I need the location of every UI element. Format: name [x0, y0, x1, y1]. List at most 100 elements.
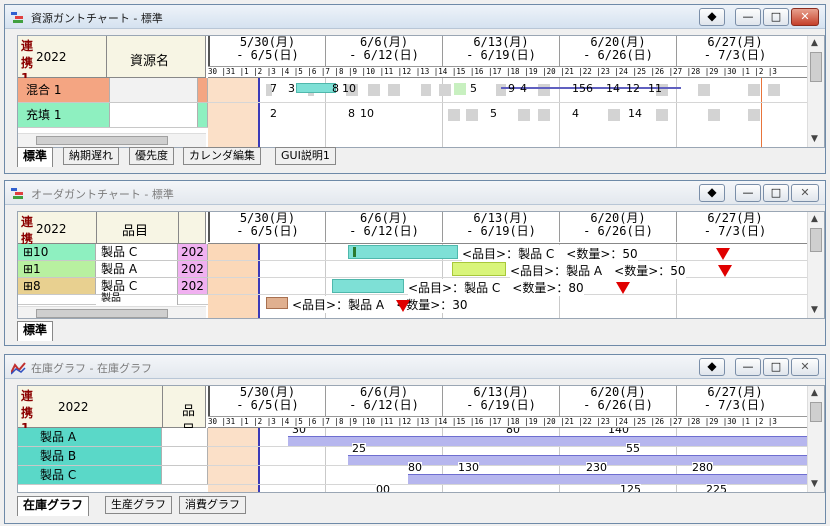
- minimize-button[interactable]: —: [735, 8, 761, 26]
- scroll-thumb[interactable]: [810, 228, 822, 252]
- week-range: - 6/19(日): [466, 398, 536, 412]
- tab-inventory[interactable]: 在庫グラフ: [17, 496, 90, 516]
- inventory-item: 製品 B: [18, 447, 162, 465]
- inventory-chart-area[interactable]: 30 80 140 25 55 80 130 230 280 00 125 22…: [208, 428, 808, 492]
- order-row[interactable]: ⊞10 製品 C 202: [18, 244, 208, 261]
- week-range: - 6/19(日): [466, 48, 536, 62]
- year-label: 2022: [58, 400, 89, 414]
- scroll-down-icon[interactable]: ▼: [811, 305, 818, 315]
- order-id: ⊞10: [18, 244, 96, 260]
- week-range: - 6/12(日): [349, 224, 419, 238]
- order-year: 202: [178, 261, 208, 277]
- due-date-icon: [716, 248, 730, 260]
- graph-app-icon: [10, 360, 26, 375]
- minimize-button[interactable]: —: [735, 184, 761, 202]
- close-button[interactable]: ✕: [791, 184, 819, 202]
- date-header: 5/30(月) - 6/5(日) 6/6(月) - 6/12(日) 6/13(月) -…: [208, 212, 808, 244]
- gantt-grid: 連携1 2022 資源名 5/30(月)- 6/5(日) 6/6(月)- 6/1…: [17, 35, 825, 148]
- title-bar[interactable]: 在庫グラフ - 在庫グラフ ◆ — □ ✕: [5, 355, 825, 379]
- inventory-grid: 連携1 2022 品目 5/30(月)- 6/5(日) 6/6(月)- 6/12…: [17, 385, 825, 493]
- inventory-row[interactable]: 製品 C: [18, 466, 208, 485]
- scroll-down-icon[interactable]: ▼: [811, 479, 818, 489]
- inventory-row[interactable]: 製品 B: [18, 447, 208, 466]
- order-item: 製品 A: [96, 261, 178, 277]
- stock-value: 80: [506, 428, 520, 436]
- close-button[interactable]: ✕: [791, 358, 819, 376]
- order-id: ⊞8: [18, 278, 96, 294]
- maximize-button[interactable]: □: [763, 184, 789, 202]
- due-date-icon: [718, 265, 732, 277]
- close-button[interactable]: ✕: [791, 8, 819, 26]
- inventory-extra: [162, 428, 208, 446]
- week-range: - 6/5(日): [236, 398, 299, 412]
- tab-priority[interactable]: 優先度: [129, 147, 174, 165]
- stock-value: 280: [692, 461, 713, 474]
- week-range: - 6/5(日): [236, 224, 299, 238]
- horizontal-scrollbar[interactable]: [18, 133, 206, 147]
- job-label: 6: [586, 82, 593, 95]
- order-row[interactable]: 製品: [18, 294, 208, 305]
- scroll-thumb[interactable]: [810, 402, 822, 422]
- order-row[interactable]: ⊞1 製品 A 202: [18, 261, 208, 278]
- diamond-icon[interactable]: ◆: [699, 184, 725, 202]
- column-header-resource: 資源名: [130, 54, 170, 69]
- order-chart-area[interactable]: <品目>：製品 C <数量>：50 <品目>：製品 A <数量>：50 <品目>…: [208, 244, 808, 318]
- maximize-button[interactable]: □: [763, 358, 789, 376]
- stock-value: 80: [408, 461, 422, 474]
- window-title: 資源ガントチャート - 標準: [31, 12, 163, 25]
- diamond-icon[interactable]: ◆: [699, 358, 725, 376]
- scroll-thumb[interactable]: [810, 52, 822, 82]
- gantt-app-icon: [11, 186, 26, 200]
- day-strip: 30 |31 |1 |2 |3 |4 |5 |6 |7 |8 |9 |10 |1…: [208, 416, 808, 426]
- holiday-band: [208, 244, 258, 318]
- tab-standard[interactable]: 標準: [17, 321, 54, 341]
- week-range: - 6/5(日): [236, 48, 299, 62]
- vertical-scrollbar[interactable]: ▲ ▼: [807, 212, 824, 318]
- title-bar[interactable]: オーダガントチャート - 標準 ◆ — □ ✕: [5, 181, 825, 205]
- scroll-down-icon[interactable]: ▼: [811, 134, 818, 144]
- maximize-button[interactable]: □: [763, 8, 789, 26]
- year-label: 2022: [36, 222, 67, 236]
- tab-production[interactable]: 生産グラフ: [105, 496, 172, 514]
- horizontal-scrollbar[interactable]: [18, 306, 206, 318]
- resource-row[interactable]: 混合 1: [18, 78, 208, 103]
- scroll-thumb[interactable]: [36, 309, 168, 318]
- window-title: オーダガントチャート - 標準: [31, 188, 174, 201]
- tab-consumption[interactable]: 消費グラフ: [179, 496, 246, 514]
- job-label: 8: [348, 107, 355, 120]
- scroll-thumb[interactable]: [36, 136, 168, 145]
- vertical-scrollbar[interactable]: ▲ ▼: [807, 386, 824, 492]
- inventory-row[interactable]: 製品 A: [18, 428, 208, 447]
- job-label: 11: [648, 82, 662, 95]
- week-range: - 6/12(日): [349, 398, 419, 412]
- tab-gui[interactable]: GUI説明1: [275, 147, 336, 165]
- tab-standard[interactable]: 標準: [17, 147, 54, 167]
- scroll-up-icon[interactable]: ▲: [811, 388, 818, 398]
- stock-value: 125: [620, 484, 641, 492]
- resource-gantt-window: 資源ガントチャート - 標準 ◆ — □ ✕ 連携1 2022 資源名 5/30…: [4, 4, 826, 174]
- due-date-icon: [396, 300, 410, 312]
- stock-area: [288, 436, 808, 446]
- minimize-button[interactable]: —: [735, 358, 761, 376]
- order-item: 製品 C: [96, 244, 178, 260]
- tab-calendar[interactable]: カレンダ編集: [183, 147, 261, 165]
- resource-name: 充填 1: [18, 103, 110, 127]
- diamond-icon[interactable]: ◆: [699, 8, 725, 26]
- left-header: 連携1 2022 品目: [18, 386, 206, 438]
- stock-value: 25: [352, 442, 366, 455]
- column-header-item: 品目: [122, 224, 149, 239]
- week-range: - 6/26(日): [583, 398, 653, 412]
- resource-chart-area[interactable]: 7 3 8 10 5 9 4 15 6 14 12 11 2 8 10 5 4 …: [208, 78, 808, 147]
- order-info: <品目>：製品 C <数量>：50: [462, 245, 638, 262]
- tab-late[interactable]: 納期遅れ: [63, 147, 119, 165]
- scroll-up-icon[interactable]: ▲: [811, 214, 818, 224]
- resource-row[interactable]: 充填 1: [18, 103, 208, 128]
- inventory-item: 製品 A: [18, 428, 162, 446]
- vertical-scrollbar[interactable]: ▲ ▼: [807, 36, 824, 147]
- year-label: 2022: [36, 50, 67, 64]
- stock-value: 130: [458, 461, 479, 474]
- scroll-up-icon[interactable]: ▲: [811, 38, 818, 48]
- order-year: 202: [178, 244, 208, 260]
- resource-extra: [110, 78, 198, 102]
- title-bar[interactable]: 資源ガントチャート - 標準 ◆ — □ ✕: [5, 5, 825, 29]
